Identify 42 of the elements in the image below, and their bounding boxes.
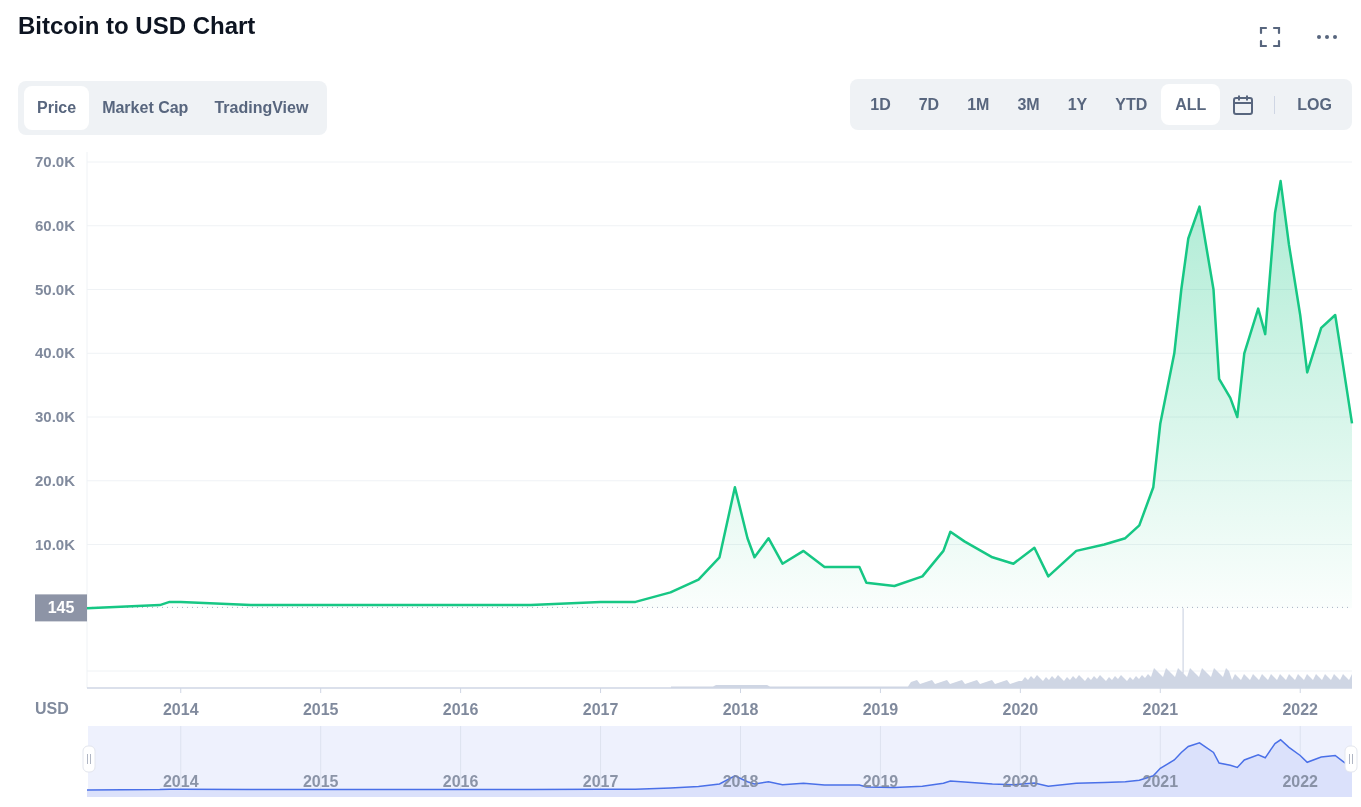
navigator-label: 2021 — [1142, 773, 1179, 790]
range-button[interactable]: 7D — [904, 84, 954, 125]
view-tab[interactable]: Market Cap — [89, 86, 202, 130]
navigator-label: 2014 — [162, 773, 199, 790]
range-button[interactable]: 1Y — [1053, 84, 1102, 125]
range-button[interactable]: 1D — [856, 84, 905, 125]
y-axis-label: 50.0K — [34, 280, 75, 298]
view-tab[interactable]: Price — [24, 86, 90, 130]
navigator-label: 2022 — [1282, 773, 1318, 790]
range-button[interactable]: YTD — [1101, 84, 1162, 125]
y-axis-label: 20.0K — [34, 471, 75, 489]
navigator-handle[interactable] — [1344, 745, 1358, 773]
navigator-label: 2017 — [582, 773, 619, 790]
fullscreen-icon[interactable] — [1258, 25, 1282, 49]
view-tab[interactable]: TradingView — [201, 86, 322, 130]
y-axis-label: 70.0K — [34, 153, 75, 170]
log-toggle[interactable]: LOG — [1283, 84, 1346, 125]
navigator-label: 2016 — [442, 773, 479, 790]
y-axis-label: 10.0K — [34, 535, 75, 553]
navigator-label: 2019 — [862, 773, 899, 790]
y-axis-label: 30.0K — [34, 408, 75, 426]
annotation: 145 — [47, 599, 75, 617]
y-axis-label: 60.0K — [34, 216, 75, 234]
range-button[interactable]: 1M — [953, 84, 1004, 125]
range-button[interactable]: 3M — [1003, 84, 1054, 125]
x-axis-label: 2016 — [442, 701, 479, 718]
x-axis-label: 2017 — [582, 701, 619, 718]
navigator-handle[interactable] — [82, 745, 96, 773]
x-axis-label: 2015 — [302, 701, 339, 718]
x-axis-label: 2022 — [1282, 701, 1318, 718]
x-axis-label: 2020 — [1002, 701, 1039, 718]
calendar-icon[interactable] — [1232, 93, 1255, 116]
x-axis-label: 2021 — [1142, 701, 1179, 718]
chart-title: Bitcoin to USD Chart — [18, 12, 256, 40]
range-button[interactable]: ALL — [1161, 84, 1221, 125]
x-axis-label: 2014 — [162, 701, 199, 718]
currency-label: USD — [35, 700, 69, 717]
x-axis-label: 2018 — [722, 701, 759, 718]
y-axis-label: 40.0K — [34, 344, 75, 362]
price-label: 145 — [35, 594, 87, 622]
x-axis-label: 2019 — [862, 701, 899, 718]
navigator-label: 2015 — [302, 773, 339, 790]
